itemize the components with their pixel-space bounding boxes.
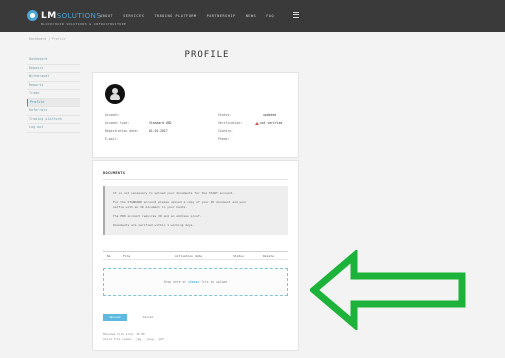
dropzone-text: Drop here or choose file to upload — [163, 280, 228, 284]
sidebar-item-trading-platform[interactable]: Trading platform — [27, 116, 80, 124]
max-file-size-note: Maximum file size: 10 Mb — [103, 332, 145, 336]
nav-item-services[interactable]: SERVICES — [123, 14, 144, 18]
column-header-no: No — [107, 254, 111, 258]
documents-card: DOCUMENTS It is not necessary to upload … — [92, 160, 299, 351]
sidebar-item-log-out[interactable]: Log out — [27, 124, 80, 133]
sidebar-item-trade[interactable]: Trade — [27, 90, 80, 99]
nav-item-about[interactable]: ABOUT — [100, 14, 113, 18]
documents-title: DOCUMENTS — [103, 171, 126, 175]
info-line: Documents are verified within 1 working … — [113, 223, 195, 227]
sidebar-item-profile[interactable]: Profile — [27, 98, 80, 107]
nav-item-partnership[interactable]: PARTNERSHIP — [207, 14, 236, 18]
account-type-label: Account type: — [105, 121, 130, 125]
column-header-status: Status — [233, 254, 244, 258]
menu-icon[interactable] — [293, 12, 299, 18]
verification-label: Verification: — [218, 121, 243, 125]
main-nav: ABOUT SERVICES TRADING PLATFORM PARTNERS… — [100, 14, 274, 18]
info-line: For the STANDARD account please upload a… — [113, 200, 247, 204]
sidebar-item-reports[interactable]: Reports — [27, 82, 80, 90]
warning-icon — [255, 121, 259, 125]
info-line: The PRO account requires ID and an addre… — [113, 214, 202, 218]
registration-date-label: Registration date: — [105, 129, 139, 133]
brand-tagline: BLOCKCHAIN SOLUTIONS & INFRASTRUCTURE — [41, 22, 127, 26]
upload-button[interactable]: Upload — [103, 314, 127, 321]
column-header-activation-date: Activation date — [175, 254, 203, 258]
column-header-file: File — [123, 254, 131, 258]
info-line: It is not necessary to upload your docum… — [113, 191, 235, 195]
page-title: PROFILE — [184, 50, 230, 60]
verification-status: not verified — [255, 121, 282, 125]
registration-date-value: 01.01.2017 — [149, 129, 168, 133]
email-label: E-mail: — [105, 137, 119, 141]
avatar — [105, 84, 125, 104]
column-header-delete: Delete — [263, 254, 274, 258]
top-navigation-bar: LMSOLUTIONS BLOCKCHAIN SOLUTIONS & INFRA… — [0, 0, 505, 32]
account-label: Account: — [105, 113, 120, 117]
brand-logo[interactable]: LMSOLUTIONS — [27, 10, 101, 21]
green-arrow-annotation — [310, 250, 466, 330]
nav-item-trading-platform[interactable]: TRADING PLATFORM — [154, 14, 196, 18]
status-value: updated — [263, 113, 277, 117]
sidebar: Dashboard Deposit Withdrawal Reports Tra… — [27, 56, 80, 133]
status-label: Status: — [218, 113, 232, 117]
cancel-button[interactable]: Cancel — [136, 314, 160, 321]
account-type-value: Standard USD — [149, 121, 172, 125]
file-types-note: Valid file types: .jpg, .jpeg, .pdf — [103, 337, 164, 341]
breadcrumb[interactable]: Dashboard / Profile — [29, 37, 65, 41]
brand-name: LM — [41, 10, 57, 21]
divider — [103, 179, 288, 180]
choose-file-link[interactable]: choose — [188, 280, 199, 284]
logo-icon — [27, 10, 38, 21]
documents-info-box: It is not necessary to upload your docum… — [103, 186, 288, 235]
sidebar-item-dashboard[interactable]: Dashboard — [27, 56, 80, 65]
country-label: Country: — [218, 129, 233, 133]
sidebar-item-withdrawal[interactable]: Withdrawal — [27, 73, 80, 82]
sidebar-item-referrals[interactable]: Referrals — [27, 107, 80, 116]
nav-item-faq[interactable]: FAQ — [266, 14, 274, 18]
brand-suffix: SOLUTIONS — [56, 11, 102, 20]
sidebar-item-deposit[interactable]: Deposit — [27, 65, 80, 73]
profile-card: Account: Account type: Standard USD Regi… — [92, 72, 299, 158]
file-dropzone[interactable]: Drop here or choose file to upload — [103, 268, 288, 296]
nav-item-news[interactable]: NEWS — [246, 14, 257, 18]
documents-table-header: No File Activation date Status Delete — [103, 251, 288, 260]
phone-label: Phone: — [218, 137, 230, 141]
info-line: selfie with an ID document in your hands… — [113, 205, 188, 209]
